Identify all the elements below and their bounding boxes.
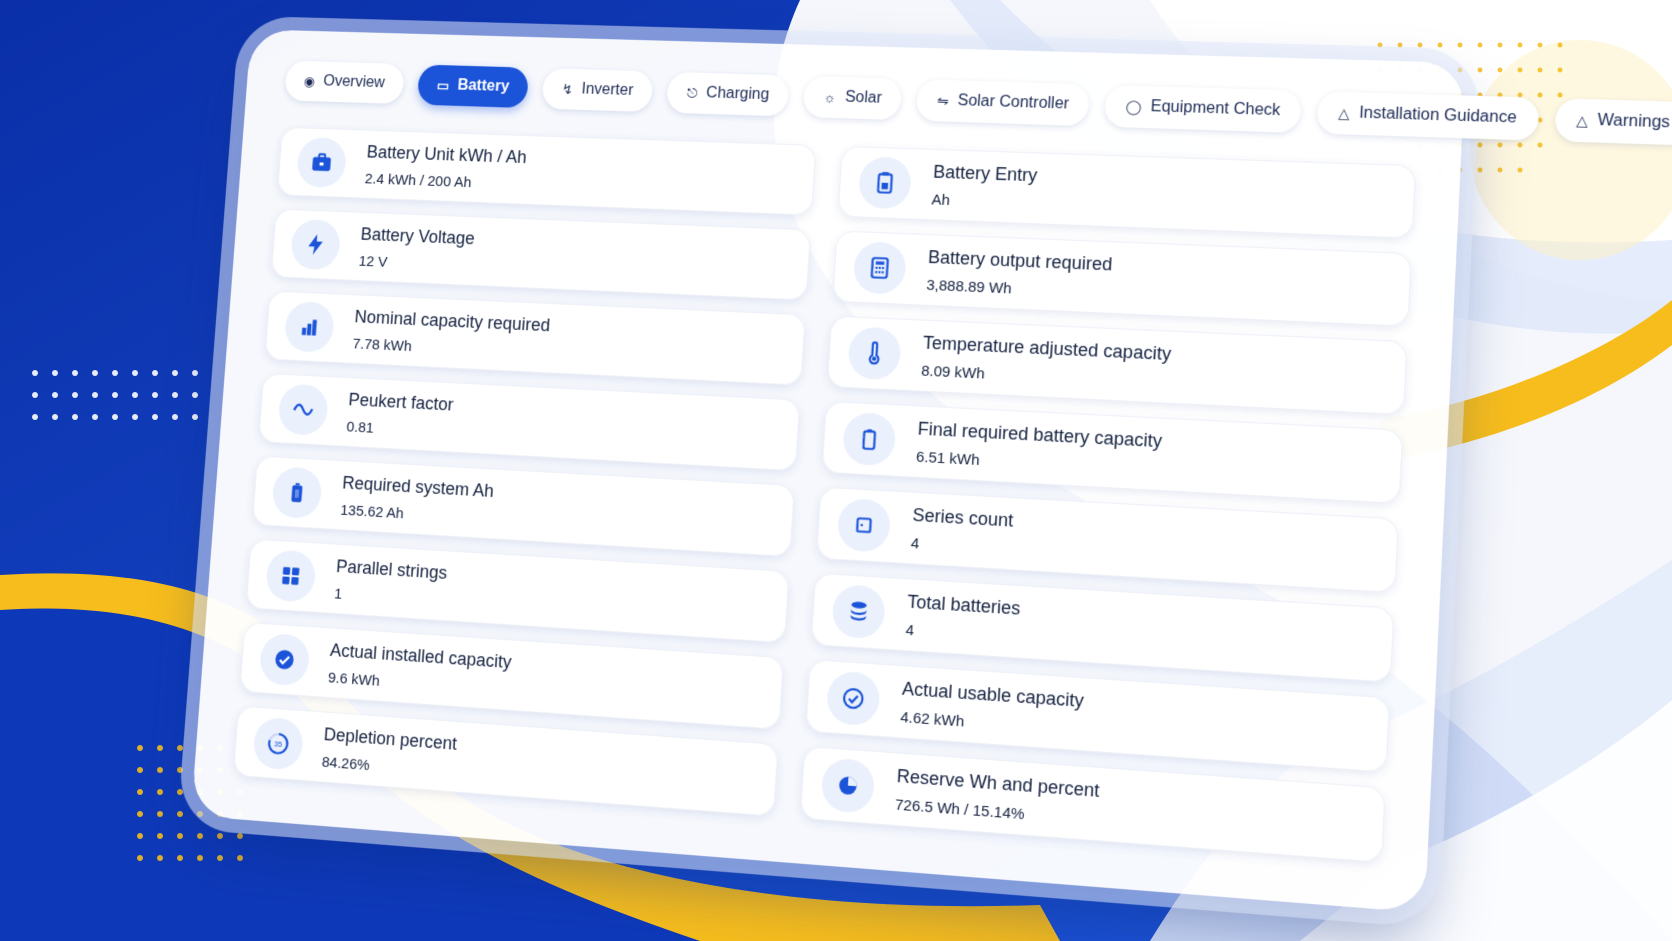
tab-label: Solar	[844, 89, 882, 108]
card-label: Temperature adjusted capacity	[922, 332, 1171, 365]
bar-chart-icon	[284, 301, 336, 353]
tab-battery[interactable]: ▭ Battery	[417, 64, 530, 108]
card-required-system-ah: Required system Ah 135.62 Ah	[252, 455, 795, 557]
tab-overview[interactable]: ◉ Overview	[284, 61, 405, 105]
card-value: 3,888.89 Wh	[926, 276, 1111, 301]
card-label: Actual usable capacity	[901, 678, 1084, 712]
card-battery-output: Battery output required 3,888.89 Wh	[832, 230, 1412, 326]
briefcase-icon	[296, 137, 348, 188]
shield-icon: ◯	[1125, 99, 1142, 113]
card-battery-entry: Battery Entry Ah	[837, 146, 1416, 239]
gauge-text: 35	[274, 739, 283, 749]
card-label: Actual installed capacity	[329, 640, 512, 673]
card-value: 4	[910, 534, 1012, 557]
card-value: 6.51 kWh	[916, 448, 1161, 478]
sun-icon: ☼	[823, 90, 836, 104]
card-label: Depletion percent	[323, 724, 458, 754]
tab-label: Charging	[706, 85, 770, 104]
tab-inverter[interactable]: ↯ Inverter	[542, 68, 654, 112]
battery-icon: ▭	[436, 78, 449, 92]
card-value: 4	[905, 621, 1019, 645]
battery-dashboard-panel: ◉ Overview ▭ Battery ↯ Inverter ⎋ Chargi…	[191, 29, 1466, 913]
card-nominal-capacity: Nominal capacity required 7.78 kWh	[264, 291, 805, 386]
thermometer-icon	[847, 326, 902, 380]
card-value: 9.6 kWh	[327, 669, 510, 698]
card-battery-unit: Battery Unit kWh / Ah 2.4 kWh / 200 Ah	[277, 127, 817, 216]
card-value: 12 V	[358, 253, 473, 274]
dashboard-panel-wrapper: ◉ Overview ▭ Battery ↯ Inverter ⎋ Chargi…	[191, 29, 1466, 913]
card-label: Final required battery capacity	[917, 418, 1163, 452]
card-label: Series count	[912, 504, 1014, 531]
card-label: Required system Ah	[342, 472, 495, 501]
grid-icon	[265, 549, 317, 603]
tab-charging[interactable]: ⎋ Charging	[666, 72, 789, 117]
card-label: Battery Voltage	[360, 224, 475, 249]
tab-solar-controller[interactable]: ⇋ Solar Controller	[916, 79, 1090, 126]
bolt-icon: ↯	[561, 82, 573, 96]
controller-icon: ⇋	[937, 94, 949, 108]
card-value: 0.81	[346, 418, 452, 440]
tab-label: Warnings	[1597, 112, 1670, 133]
card-temperature-adjusted: Temperature adjusted capacity 8.09 kWh	[827, 316, 1408, 416]
calculator-icon	[852, 241, 907, 295]
card-peukert-factor: Peukert factor 0.81	[258, 373, 800, 471]
card-label: Peukert factor	[348, 389, 454, 415]
card-label: Battery Unit kWh / Ah	[366, 142, 527, 168]
card-value: 135.62 Ah	[340, 501, 493, 526]
battery-full-icon	[271, 466, 323, 519]
stack-icon	[831, 584, 886, 640]
tab-bar: ◉ Overview ▭ Battery ↯ Inverter ⎋ Chargi…	[284, 55, 1420, 143]
card-value: 726.5 Wh / 15.14%	[895, 796, 1099, 829]
battery-clipboard-icon	[858, 156, 913, 209]
tab-label: Overview	[323, 73, 386, 92]
card-value: Ah	[931, 191, 1036, 212]
tab-installation-guidance[interactable]: △ Installation Guidance	[1317, 91, 1539, 141]
tab-warnings[interactable]: △ Warnings	[1554, 98, 1672, 145]
card-label: Battery Entry	[933, 161, 1038, 186]
card-value: 8.09 kWh	[921, 362, 1170, 391]
metrics-grid: Battery Unit kWh / Ah 2.4 kWh / 200 Ah B…	[233, 127, 1416, 863]
tab-solar[interactable]: ☼ Solar	[803, 76, 903, 120]
tab-equipment-check[interactable]: ◯ Equipment Check	[1104, 85, 1302, 133]
tab-label: Solar Controller	[957, 92, 1069, 113]
bolt-icon	[290, 219, 342, 271]
tab-label: Equipment Check	[1150, 98, 1281, 120]
pie-icon	[820, 757, 875, 814]
card-value: 2.4 kWh / 200 Ah	[364, 170, 525, 192]
card-battery-voltage: Battery Voltage 12 V	[271, 208, 811, 300]
battery-outline-icon	[842, 412, 897, 467]
card-value: 7.78 kWh	[352, 335, 549, 361]
warning-icon: △	[1576, 113, 1588, 128]
tab-label: Inverter	[581, 81, 634, 100]
warning-icon: △	[1338, 106, 1350, 121]
card-final-required-capacity: Final required battery capacity 6.51 kWh	[821, 401, 1403, 504]
card-label: Parallel strings	[336, 556, 448, 583]
check-circle-filled-icon	[258, 633, 310, 687]
check-circle-icon	[826, 670, 881, 726]
eye-icon: ◉	[303, 74, 315, 88]
card-label: Battery output required	[928, 247, 1114, 275]
card-value: 84.26%	[321, 753, 455, 780]
wave-icon	[277, 383, 329, 436]
card-label: Total batteries	[907, 591, 1021, 619]
card-value: 1	[334, 585, 446, 609]
card-label: Nominal capacity required	[354, 306, 551, 335]
card-value: 4.62 kWh	[900, 708, 1083, 738]
gauge-icon: 35	[252, 716, 304, 770]
card-label: Reserve Wh and percent	[896, 765, 1100, 801]
tab-label: Installation Guidance	[1359, 104, 1517, 127]
tab-label: Battery	[457, 77, 510, 96]
square-icon	[837, 498, 892, 553]
plug-icon: ⎋	[686, 86, 698, 100]
